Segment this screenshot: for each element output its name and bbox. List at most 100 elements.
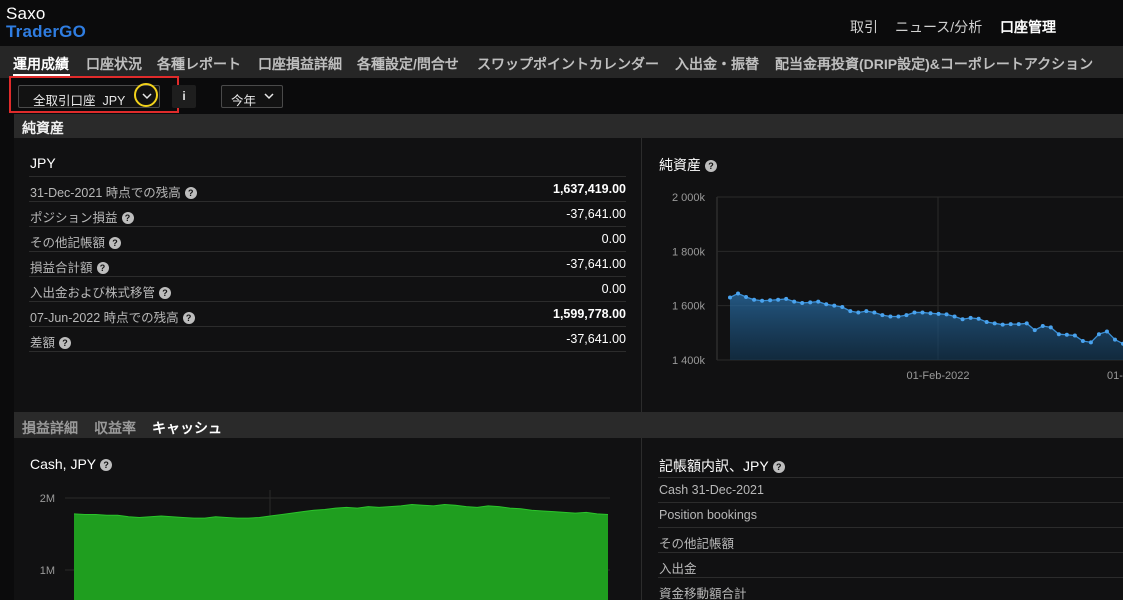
cash-area — [74, 504, 608, 600]
y-tick-label: 1 600k — [672, 301, 706, 313]
topnav-news[interactable]: ニュース/分析 — [895, 17, 982, 37]
net-assets-point[interactable] — [1072, 333, 1077, 338]
x-tick-label: 01- — [1107, 370, 1123, 382]
net-assets-point[interactable] — [736, 291, 741, 296]
net-assets-point[interactable] — [728, 295, 732, 300]
net-assets-row-value: -37,641.00 — [566, 332, 626, 346]
help-icon[interactable]: ? — [109, 237, 122, 249]
net-assets-point[interactable] — [928, 311, 933, 316]
net-assets-point[interactable] — [992, 321, 997, 326]
net-assets-point[interactable] — [776, 297, 781, 302]
cash-chart-title-text: Cash, JPY — [30, 456, 97, 472]
tab-cash[interactable]: キャッシュ — [152, 418, 222, 438]
net-assets-point[interactable] — [1000, 322, 1005, 327]
net-assets-point[interactable] — [1104, 329, 1109, 334]
net-assets-point[interactable] — [1056, 332, 1061, 337]
help-icon[interactable]: ? — [182, 312, 195, 324]
net-assets-point[interactable] — [968, 315, 973, 320]
net-assets-point[interactable] — [768, 298, 773, 303]
cash-chart: 2M 1M — [40, 490, 610, 600]
help-icon[interactable]: ? — [705, 160, 717, 172]
net-assets-row-value: 1,599,778.00 — [553, 307, 626, 321]
net-assets-point[interactable] — [1088, 340, 1093, 345]
chevron-down-icon[interactable] — [262, 89, 276, 103]
period-dropdown-label: 今年 — [231, 94, 257, 108]
net-assets-point[interactable] — [1080, 338, 1085, 343]
net-assets-row-label: 07-Jun-2022 時点での残高? — [30, 307, 195, 326]
net-assets-point[interactable] — [960, 317, 965, 322]
net-assets-point[interactable] — [1024, 321, 1029, 326]
net-assets-point[interactable] — [1048, 325, 1053, 330]
net-assets-chart-title: 純資産? — [659, 155, 717, 175]
net-assets-point[interactable] — [896, 314, 901, 319]
row-divider — [29, 201, 626, 202]
net-assets-point[interactable] — [856, 310, 861, 315]
net-assets-point[interactable] — [1016, 322, 1021, 327]
topnav-trade[interactable]: 取引 — [850, 17, 878, 37]
help-icon[interactable]: ? — [184, 187, 197, 199]
y-tick-label: 1 400k — [672, 355, 706, 367]
net-assets-point[interactable] — [944, 312, 949, 317]
topnav-account[interactable]: 口座管理 — [1000, 17, 1056, 37]
net-assets-point[interactable] — [744, 294, 749, 299]
net-assets-point[interactable] — [816, 299, 821, 304]
row-divider — [658, 502, 1123, 503]
net-assets-point[interactable] — [824, 302, 829, 307]
net-assets-point[interactable] — [912, 310, 917, 315]
info-button[interactable]: i — [172, 85, 196, 108]
net-assets-point[interactable] — [792, 299, 797, 304]
net-assets-point[interactable] — [752, 297, 757, 302]
row-divider — [29, 351, 626, 352]
help-icon[interactable]: ? — [100, 459, 113, 471]
row-divider — [658, 527, 1123, 528]
subtab-deposit-transfer[interactable]: 入出金・振替 — [675, 54, 759, 74]
net-assets-point[interactable] — [872, 310, 877, 315]
net-assets-row-value: 1,637,419.00 — [553, 182, 626, 196]
net-assets-point[interactable] — [1064, 332, 1069, 337]
net-assets-point[interactable] — [880, 313, 885, 318]
net-assets-point[interactable] — [1112, 337, 1117, 342]
net-assets-point[interactable] — [1096, 332, 1101, 337]
subtab-drip-corporate-action[interactable]: 配当金再投資(DRIP設定)&コーポレートアクション — [775, 54, 1093, 74]
net-assets-point[interactable] — [784, 296, 789, 301]
net-assets-point[interactable] — [808, 300, 813, 305]
brand-logo-tradergo: TraderGO — [6, 22, 87, 41]
period-dropdown[interactable]: 今年 — [221, 85, 283, 108]
subtab-performance[interactable]: 運用成績 — [13, 54, 69, 74]
subtab-reports[interactable]: 各種レポート — [157, 54, 241, 74]
net-assets-point[interactable] — [984, 319, 989, 324]
net-assets-point[interactable] — [904, 313, 909, 318]
subtab-account-status[interactable]: 口座状況 — [86, 54, 142, 74]
help-icon[interactable]: ? — [772, 461, 785, 473]
tab-pnl-detail[interactable]: 損益詳細 — [22, 418, 78, 438]
net-assets-point[interactable] — [976, 316, 981, 321]
help-icon[interactable]: ? — [121, 212, 134, 224]
help-icon[interactable]: ? — [59, 337, 72, 349]
net-assets-chart: 2 000k 1 800k 1 600k 1 400k 01-Feb-2022 01- — [672, 192, 1123, 382]
annotation-highlight-box — [9, 76, 179, 113]
net-assets-point[interactable] — [888, 314, 893, 319]
net-assets-point[interactable] — [848, 309, 853, 314]
net-assets-header: 純資産 — [14, 114, 1123, 138]
net-assets-point[interactable] — [1040, 324, 1045, 329]
subtab-pnl-detail[interactable]: 口座損益詳細 — [258, 54, 342, 74]
net-assets-row-label: 31-Dec-2021 時点での残高? — [30, 182, 197, 201]
net-assets-point[interactable] — [1032, 328, 1037, 333]
breakdown-row-label: その他記帳額 — [659, 537, 735, 551]
net-assets-point[interactable] — [920, 310, 925, 315]
help-icon[interactable]: ? — [159, 287, 172, 299]
breakdown-row-label: Cash 31-Dec-2021 — [659, 483, 764, 497]
net-assets-point[interactable] — [800, 300, 805, 305]
subtab-settings[interactable]: 各種設定/問合せ — [357, 54, 459, 74]
net-assets-point[interactable] — [840, 305, 845, 310]
help-icon[interactable]: ? — [96, 262, 109, 274]
tab-return-rate[interactable]: 収益率 — [94, 418, 136, 438]
net-assets-point[interactable] — [952, 314, 957, 319]
net-assets-point[interactable] — [1008, 322, 1013, 327]
net-assets-point[interactable] — [864, 309, 869, 314]
net-assets-point[interactable] — [832, 303, 837, 308]
subtab-swap-calendar[interactable]: スワップポイントカレンダー — [477, 54, 659, 74]
net-assets-row-value: 0.00 — [601, 282, 626, 296]
net-assets-point[interactable] — [936, 311, 941, 316]
net-assets-point[interactable] — [760, 298, 765, 303]
